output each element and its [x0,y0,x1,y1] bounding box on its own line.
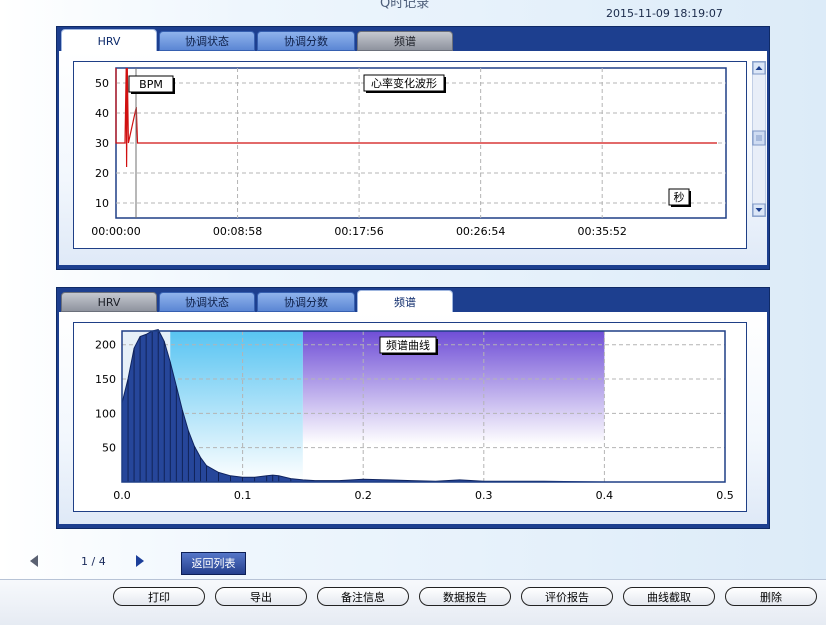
top-tab-bar: HRV 协调状态 协调分数 频谱 [59,29,769,53]
x-tick-label: 0.5 [716,489,734,502]
spectrum-chart: 50 100 150 200 0.0 0.1 0.2 0.3 0.4 0.5 频谱曲线 [95,329,734,502]
y-tick-label: 200 [95,339,116,352]
bottom-tab-bar: HRV 协调状态 协调分数 频谱 [59,290,769,314]
y-tick-label: 50 [102,442,116,455]
x-tick-label: 0.0 [113,489,131,502]
y-tick-label: 100 [95,407,116,420]
chart-title: 心率变化波形 [371,76,437,90]
spectrum-panel: HRV 协调状态 协调分数 频谱 50 100 150 200 0.0 0.1 0.2 0.3… [56,287,770,529]
evaluation-report-button[interactable]: 评价报告 [521,587,613,606]
y-tick-label: 30 [95,137,109,150]
y-tick-label: 20 [95,167,109,180]
next-page-arrow-icon[interactable] [135,554,145,568]
delete-button[interactable]: 删除 [725,587,817,606]
hrv-chart: 10 20 30 40 50 00:00:00 00:08:58 00:17:56 00:26:… [91,67,727,238]
x-tick-label: 00:08:58 [213,225,262,238]
export-button[interactable]: 导出 [215,587,307,606]
curve-capture-button[interactable]: 曲线截取 [623,587,715,606]
x-tick-label: 0.2 [354,489,372,502]
tab-spectrum[interactable]: 频谱 [357,31,453,51]
hrv-vertical-scrollbar[interactable] [752,61,766,217]
spectrum-chart-frame: 50 100 150 200 0.0 0.1 0.2 0.3 0.4 0.5 频谱曲线 [73,322,747,512]
chart-title: 频谱曲线 [386,338,430,352]
y-tick-label: 50 [95,77,109,90]
x-tick-label: 0.4 [596,489,614,502]
page-indicator: 1 / 4 [81,555,106,568]
page-title: Q时记录 [380,0,430,11]
hrv-panel: HRV 协调状态 协调分数 频谱 10 20 30 40 50 00:00:00 00:08… [56,26,770,270]
y-tick-label: 150 [95,373,116,386]
back-to-list-button[interactable]: 返回列表 [181,552,246,575]
print-button[interactable]: 打印 [113,587,205,606]
x-tick-label: 00:26:54 [456,225,505,238]
tab-spectrum-bottom[interactable]: 频谱 [357,290,453,314]
tab-hrv[interactable]: HRV [61,29,157,53]
x-tick-label: 00:00:00 [91,225,140,238]
hrv-panel-body: 10 20 30 40 50 00:00:00 00:08:58 00:17:56 00:26:… [59,51,767,265]
data-report-button[interactable]: 数据报告 [419,587,511,606]
action-bar: 打印 导出 备注信息 数据报告 评价报告 曲线截取 删除 [0,579,826,625]
x-tick-label: 00:35:52 [577,225,626,238]
record-timestamp: 2015-11-09 18:19:07 [606,7,723,20]
y-tick-label: 10 [95,197,109,210]
tab-coherence-score-bottom[interactable]: 协调分数 [257,292,355,312]
tab-coherence-score[interactable]: 协调分数 [257,31,355,51]
y-tick-label: 40 [95,107,109,120]
tab-coherence-state-bottom[interactable]: 协调状态 [159,292,255,312]
spectrum-panel-body: 50 100 150 200 0.0 0.1 0.2 0.3 0.4 0.5 频谱曲线 [59,312,767,524]
notes-button[interactable]: 备注信息 [317,587,409,606]
tab-coherence-state[interactable]: 协调状态 [159,31,255,51]
previous-page-arrow-icon[interactable] [29,554,39,568]
hf-band [302,331,605,482]
x-tick-label: 0.3 [475,489,493,502]
x-tick-label: 0.1 [234,489,252,502]
x-tick-label: 00:17:56 [334,225,383,238]
hrv-chart-frame: 10 20 30 40 50 00:00:00 00:08:58 00:17:56 00:26:… [73,61,747,249]
y-axis-label: BPM [139,78,163,91]
tab-hrv-bottom[interactable]: HRV [61,292,157,312]
x-axis-label: 秒 [674,190,685,204]
